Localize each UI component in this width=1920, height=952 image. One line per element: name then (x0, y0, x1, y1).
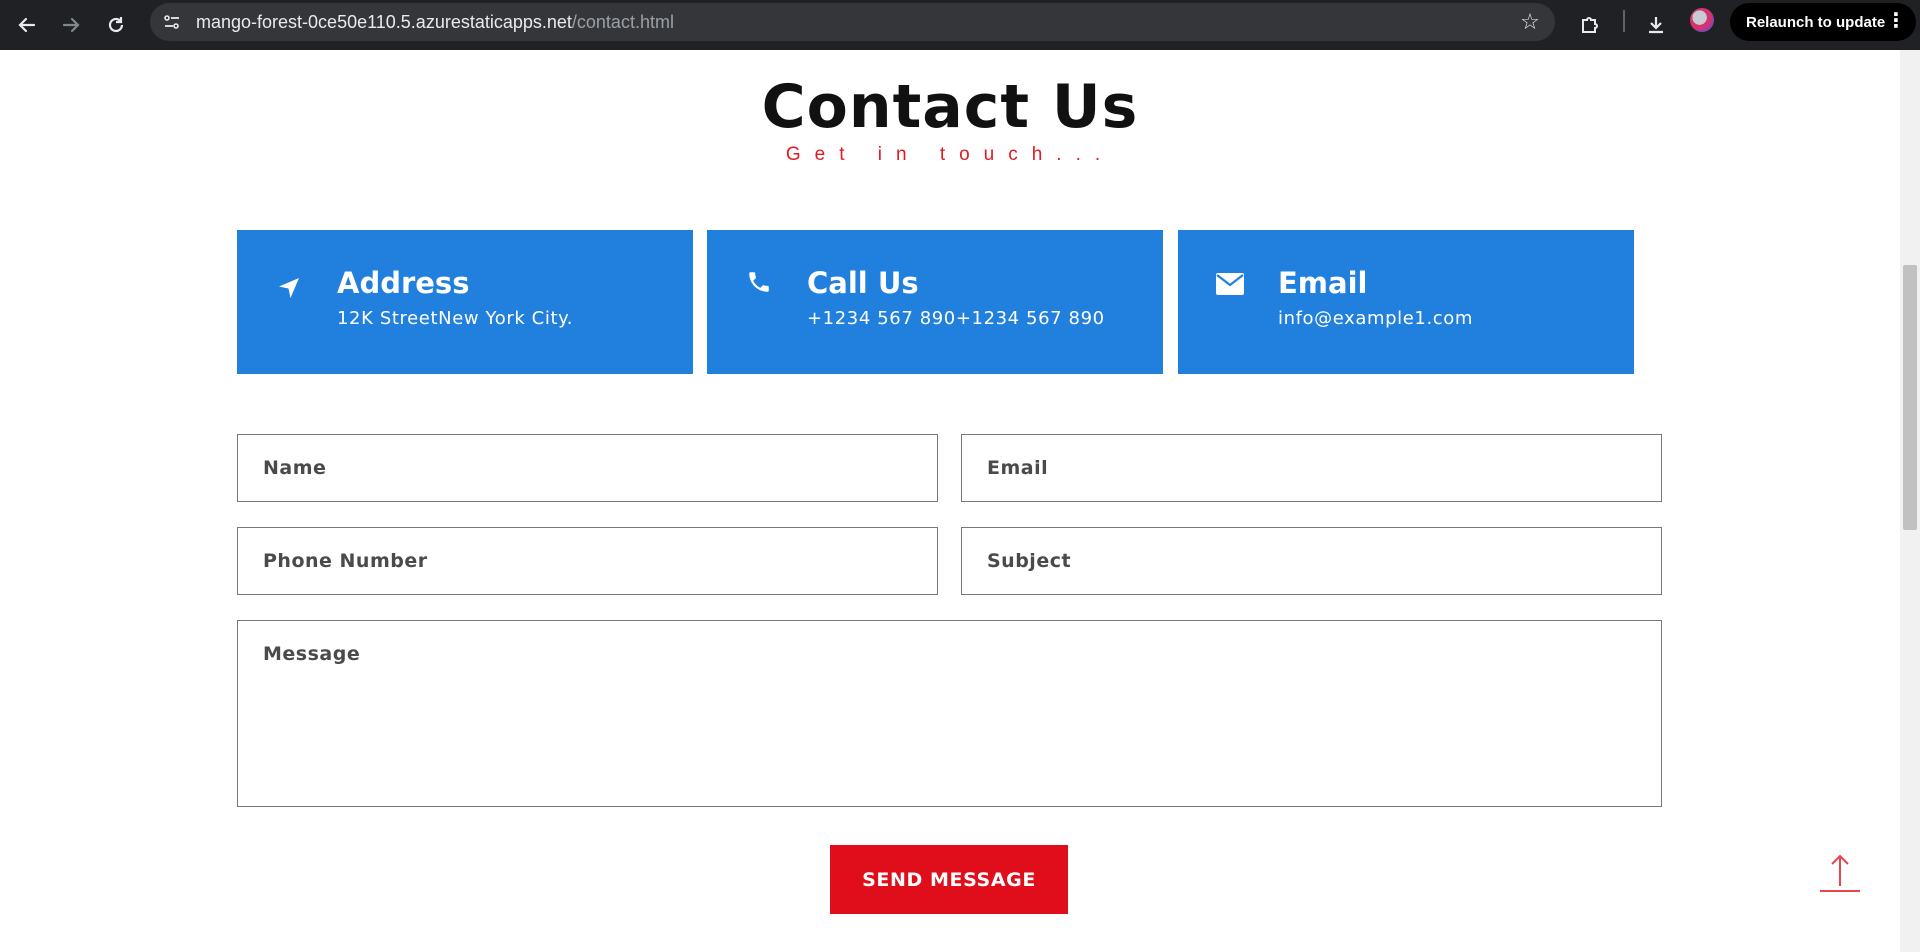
url-text[interactable]: mango-forest-0ce50e110.5.azurestaticapps… (196, 12, 674, 33)
send-message-button[interactable]: SEND MESSAGE (830, 845, 1068, 914)
page-scrollbar[interactable] (1900, 50, 1920, 952)
relaunch-label: Relaunch to update (1746, 13, 1886, 31)
extensions-button[interactable] (1572, 7, 1608, 43)
address-card: Address 12K StreetNew York City. (237, 230, 693, 374)
back-to-top-button[interactable] (1818, 850, 1862, 894)
forward-button[interactable] (53, 7, 89, 43)
page-title: Contact Us (761, 72, 1139, 142)
relaunch-button[interactable]: Relaunch to update ⋮ (1730, 3, 1916, 41)
address-card-title: Address (337, 266, 470, 300)
phone-icon (743, 266, 775, 298)
forward-arrow-icon (62, 17, 80, 33)
subject-input[interactable] (961, 527, 1662, 595)
email-card-text: info@example1.com (1278, 308, 1474, 329)
download-icon (1649, 17, 1663, 34)
message-textarea[interactable] (237, 620, 1662, 807)
email-card-title: Email (1278, 266, 1368, 300)
arrow-up-icon (1820, 854, 1860, 892)
puzzle-icon (1582, 17, 1598, 33)
location-arrow-icon (273, 272, 305, 304)
page-subtitle: Get in touch... (785, 144, 1115, 165)
downloads-button[interactable] (1638, 7, 1674, 43)
name-input[interactable] (237, 434, 938, 502)
address-bar[interactable]: mango-forest-0ce50e110.5.azurestaticapps… (150, 3, 1555, 41)
back-arrow-icon (18, 17, 36, 33)
address-card-text: 12K StreetNew York City. (337, 308, 574, 329)
browser-toolbar: mango-forest-0ce50e110.5.azurestaticapps… (0, 0, 1920, 50)
more-vertical-icon[interactable]: ⋮ (1886, 11, 1906, 31)
profile-avatar[interactable] (1690, 8, 1714, 32)
bookmark-star-icon[interactable]: ☆ (1517, 9, 1543, 35)
scrollbar-thumb[interactable] (1903, 265, 1917, 530)
url-path: /contact.html (571, 12, 674, 32)
site-info-icon[interactable] (162, 12, 182, 32)
back-button[interactable] (9, 7, 45, 43)
call-us-card-title: Call Us (807, 266, 919, 300)
call-us-card-text: +1234 567 890+1234 567 890 (807, 308, 1105, 329)
call-us-card: Call Us +1234 567 890+1234 567 890 (707, 230, 1163, 374)
reload-button[interactable] (98, 7, 134, 43)
toolbar-divider (1623, 10, 1625, 32)
phone-input[interactable] (237, 527, 938, 595)
reload-icon (108, 17, 124, 33)
email-input[interactable] (961, 434, 1662, 502)
email-card: Email info@example1.com (1178, 230, 1634, 374)
url-host: mango-forest-0ce50e110.5.azurestaticapps… (196, 12, 572, 32)
envelope-icon (1214, 268, 1246, 300)
